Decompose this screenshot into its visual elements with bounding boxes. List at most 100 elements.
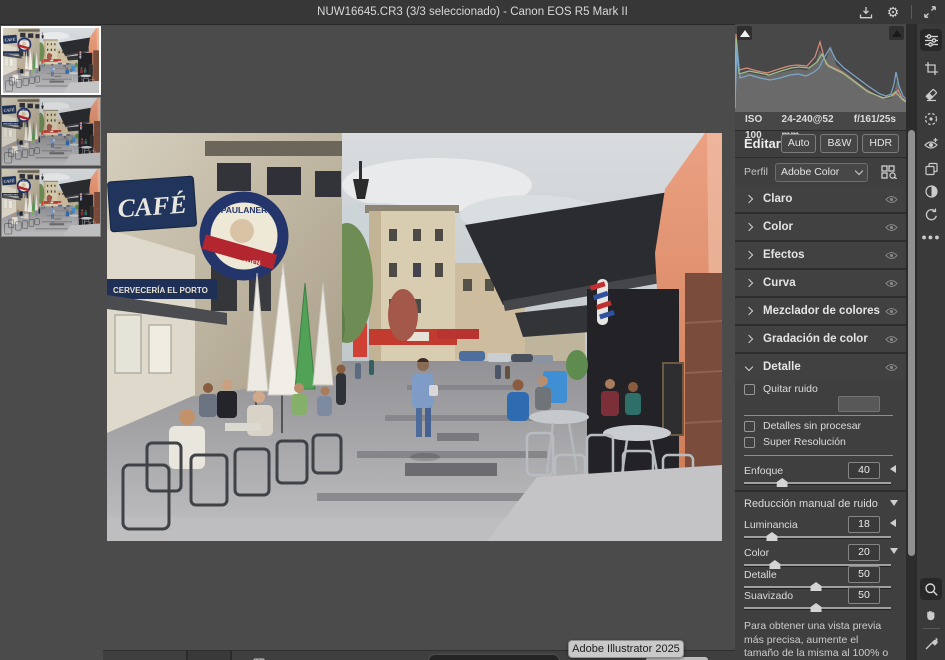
bottom-bar-divider bbox=[230, 651, 232, 660]
color-noise-value[interactable]: 20 bbox=[848, 544, 880, 561]
eye-icon[interactable] bbox=[885, 307, 898, 316]
image-canvas bbox=[103, 25, 735, 660]
exif-readout: ISO 100 24-240@52 mm f/16 1/25s bbox=[735, 112, 906, 130]
main-photo-preview[interactable] bbox=[107, 133, 722, 541]
section-claro[interactable]: Claro bbox=[735, 186, 906, 214]
hdr-button[interactable]: HDR bbox=[862, 134, 899, 153]
separator bbox=[744, 415, 893, 416]
highlight-clipping-indicator[interactable] bbox=[889, 26, 904, 40]
bottom-bar-segment bbox=[188, 651, 230, 660]
detalles-sin-procesar-label: Detalles sin procesar bbox=[763, 420, 861, 432]
masking-tool-button[interactable] bbox=[920, 108, 942, 130]
title-bar: NUW16645.CR3 (3/3 seleccionado) - Canon … bbox=[0, 0, 945, 25]
profile-row: Perfil Adobe Color bbox=[735, 158, 906, 188]
healing-tool-button[interactable] bbox=[920, 83, 942, 105]
enfoque-disclosure-triangle[interactable] bbox=[890, 465, 896, 473]
enfoque-slider[interactable] bbox=[744, 478, 891, 488]
super-resolucion-row: Super Resolución bbox=[744, 436, 846, 448]
suavizado-slider[interactable] bbox=[744, 603, 891, 613]
histogram[interactable]: ISO 100 24-240@52 mm f/16 1/25s bbox=[735, 24, 906, 131]
tool-strip: ●●● bbox=[916, 24, 945, 660]
profile-value: Adobe Color bbox=[781, 166, 856, 178]
luminancia-disclosure-triangle[interactable] bbox=[890, 519, 896, 527]
section-color[interactable]: Color bbox=[735, 214, 906, 242]
super-resolucion-checkbox[interactable] bbox=[744, 437, 755, 448]
filmstrip-toggle-icon[interactable] bbox=[253, 653, 265, 660]
color-collapse-triangle[interactable] bbox=[890, 548, 898, 554]
section-efectos[interactable]: Efectos bbox=[735, 242, 906, 270]
camera-raw-window: NUW16645.CR3 (3/3 seleccionado) - Canon … bbox=[0, 0, 945, 660]
edit-tool-button[interactable] bbox=[920, 29, 942, 51]
eye-icon[interactable] bbox=[885, 195, 898, 204]
iso-value: ISO 100 bbox=[745, 112, 782, 130]
reduccion-collapse-triangle[interactable] bbox=[890, 500, 898, 506]
bottom-bar-divider bbox=[186, 651, 188, 660]
edit-header-row: Editar Auto B&W HDR bbox=[735, 130, 906, 158]
profile-browser-icon[interactable] bbox=[881, 165, 898, 179]
toolbar-divider bbox=[922, 628, 940, 629]
detalle-slider-label: Detalle bbox=[744, 569, 777, 581]
red-eye-tool-button[interactable] bbox=[920, 133, 942, 155]
crop-tool-button[interactable] bbox=[920, 57, 942, 79]
settings-gear-icon[interactable]: ⚙ bbox=[884, 3, 902, 21]
filmstrip-thumbnail-3[interactable] bbox=[1, 168, 101, 237]
chevron-right-icon bbox=[745, 335, 753, 343]
profile-dropdown[interactable]: Adobe Color bbox=[775, 163, 868, 182]
panel-scrollbar[interactable] bbox=[906, 24, 916, 660]
section-label: Color bbox=[763, 221, 793, 233]
section-label: Curva bbox=[763, 277, 796, 289]
shutter-value: 1/25s bbox=[871, 112, 896, 130]
hand-tool-button[interactable] bbox=[920, 603, 942, 625]
quitar-ruido-checkbox[interactable] bbox=[744, 384, 755, 395]
edit-title: Editar bbox=[744, 136, 781, 151]
shadow-clipping-indicator[interactable] bbox=[737, 26, 752, 40]
chevron-right-icon bbox=[745, 307, 753, 315]
eye-icon[interactable] bbox=[885, 223, 898, 232]
auto-button[interactable]: Auto bbox=[781, 134, 817, 153]
suavizado-label: Suavizado bbox=[744, 590, 793, 602]
luminancia-slider[interactable] bbox=[744, 532, 891, 542]
section-curva[interactable]: Curva bbox=[735, 270, 906, 298]
more-tools-button[interactable]: ●●● bbox=[920, 226, 942, 248]
chevron-down-icon bbox=[745, 363, 753, 371]
section-label: Claro bbox=[763, 193, 792, 205]
zoom-level-button-fragment[interactable] bbox=[428, 654, 560, 660]
dock-tooltip: Adobe Illustrator 2025 bbox=[568, 640, 684, 658]
bw-button[interactable]: B&W bbox=[820, 134, 858, 153]
section-mezclador[interactable]: Mezclador de colores bbox=[735, 298, 906, 326]
presets-tool-button[interactable] bbox=[920, 157, 942, 179]
eye-icon[interactable] bbox=[885, 363, 898, 372]
filmstrip-thumbnail-2[interactable] bbox=[1, 97, 101, 166]
profile-label: Perfil bbox=[744, 166, 768, 178]
snapshots-tool-button[interactable] bbox=[920, 180, 942, 202]
chevron-right-icon bbox=[745, 251, 753, 259]
luminancia-value[interactable]: 18 bbox=[848, 516, 880, 533]
scrollbar-thumb[interactable] bbox=[908, 130, 915, 556]
fullscreen-icon[interactable] bbox=[921, 3, 939, 21]
eye-icon[interactable] bbox=[885, 335, 898, 344]
detalle-slider-value[interactable]: 50 bbox=[848, 566, 880, 583]
section-gradacion[interactable]: Gradación de color bbox=[735, 326, 906, 354]
separator bbox=[744, 455, 893, 456]
detalles-sin-procesar-row: Detalles sin procesar bbox=[744, 420, 861, 432]
save-image-icon[interactable] bbox=[857, 3, 875, 21]
suavizado-value[interactable]: 50 bbox=[848, 587, 880, 604]
section-label: Detalle bbox=[763, 361, 801, 373]
chevron-right-icon bbox=[745, 195, 753, 203]
lens-value: 24-240@52 mm bbox=[782, 112, 854, 130]
filmstrip-thumbnail-1[interactable] bbox=[1, 26, 101, 95]
eye-icon[interactable] bbox=[885, 279, 898, 288]
section-detalle-header[interactable]: Detalle bbox=[735, 354, 906, 380]
eye-icon[interactable] bbox=[885, 251, 898, 260]
quitar-ruido-row: Quitar ruido bbox=[744, 383, 818, 395]
quitar-ruido-amount-input[interactable] bbox=[838, 396, 880, 412]
zoom-tool-button[interactable] bbox=[920, 578, 942, 600]
white-balance-tool-button[interactable] bbox=[920, 632, 942, 654]
enfoque-value[interactable]: 40 bbox=[848, 462, 880, 479]
titlebar-separator bbox=[911, 5, 912, 19]
aperture-value: f/16 bbox=[854, 112, 871, 130]
versions-tool-button[interactable] bbox=[920, 203, 942, 225]
section-label: Efectos bbox=[763, 249, 805, 261]
preview-note: Para obtener una vista previa más precis… bbox=[744, 620, 893, 660]
detalles-sin-procesar-checkbox[interactable] bbox=[744, 421, 755, 432]
